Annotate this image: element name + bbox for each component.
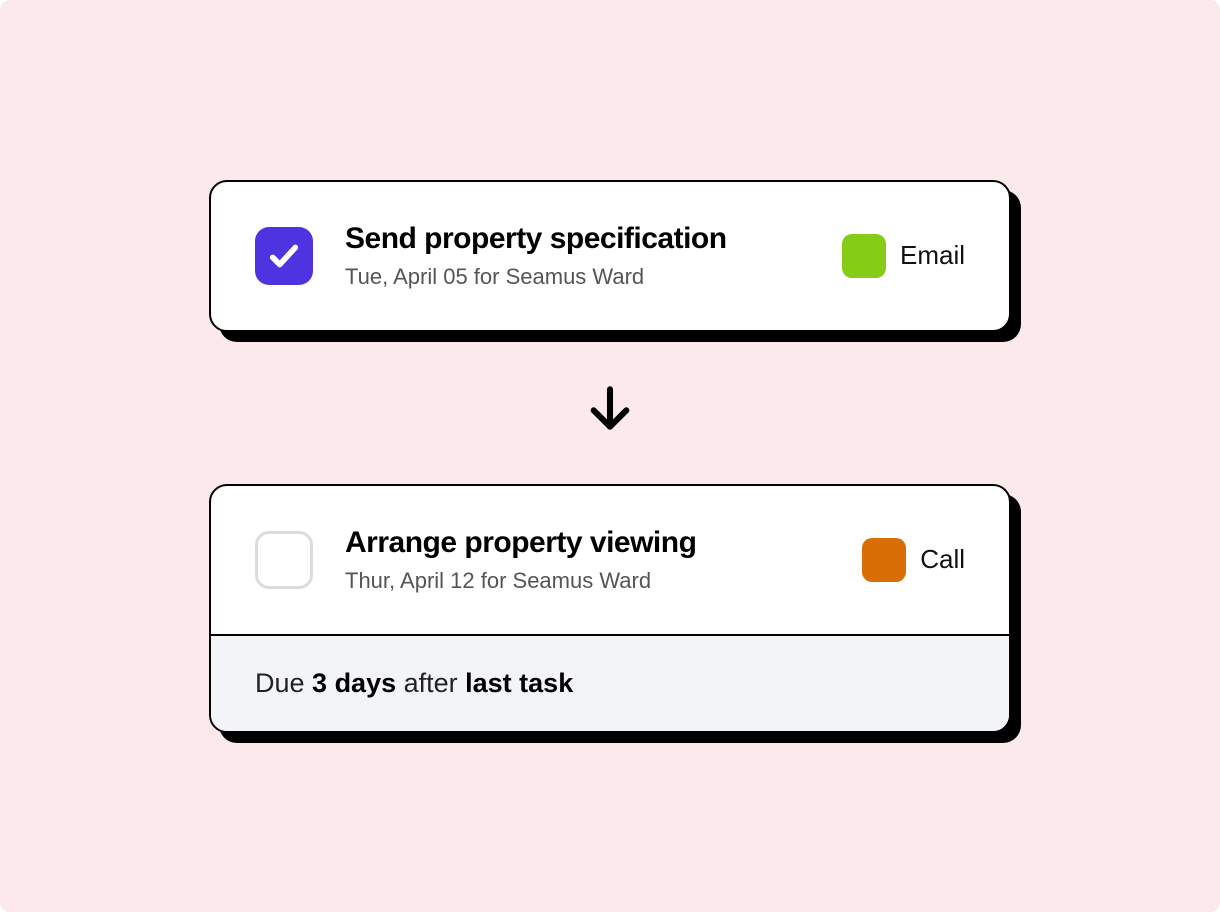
check-icon	[267, 239, 301, 273]
due-anchor: last task	[465, 668, 573, 698]
task-title: Arrange property viewing	[345, 526, 830, 560]
arrow-down	[582, 372, 638, 444]
arrow-down-icon	[582, 380, 638, 436]
checkbox-checked[interactable]	[255, 227, 313, 285]
task-main: Send property specification Tue, April 0…	[345, 222, 810, 290]
task-row: Send property specification Tue, April 0…	[211, 182, 1009, 330]
due-interval: 3 days	[312, 668, 396, 698]
task-subtitle: Thur, April 12 for Seamus Ward	[345, 568, 830, 594]
due-prefix: Due	[255, 668, 312, 698]
canvas: Send property specification Tue, April 0…	[0, 0, 1220, 912]
due-middle: after	[396, 668, 465, 698]
task-card-1: Send property specification Tue, April 0…	[209, 180, 1011, 332]
task-subtitle: Tue, April 05 for Seamus Ward	[345, 264, 810, 290]
task-row: Arrange property viewing Thur, April 12 …	[211, 486, 1009, 634]
due-rule-row: Due 3 days after last task	[211, 634, 1009, 731]
tag-label: Email	[900, 240, 965, 271]
task-tag-email[interactable]: Email	[842, 234, 965, 278]
tag-swatch-email	[842, 234, 886, 278]
task-main: Arrange property viewing Thur, April 12 …	[345, 526, 830, 594]
tag-label: Call	[920, 544, 965, 575]
checkbox-unchecked[interactable]	[255, 531, 313, 589]
task-title: Send property specification	[345, 222, 810, 256]
task-tag-call[interactable]: Call	[862, 538, 965, 582]
task-card-2: Arrange property viewing Thur, April 12 …	[209, 484, 1011, 733]
tag-swatch-call	[862, 538, 906, 582]
